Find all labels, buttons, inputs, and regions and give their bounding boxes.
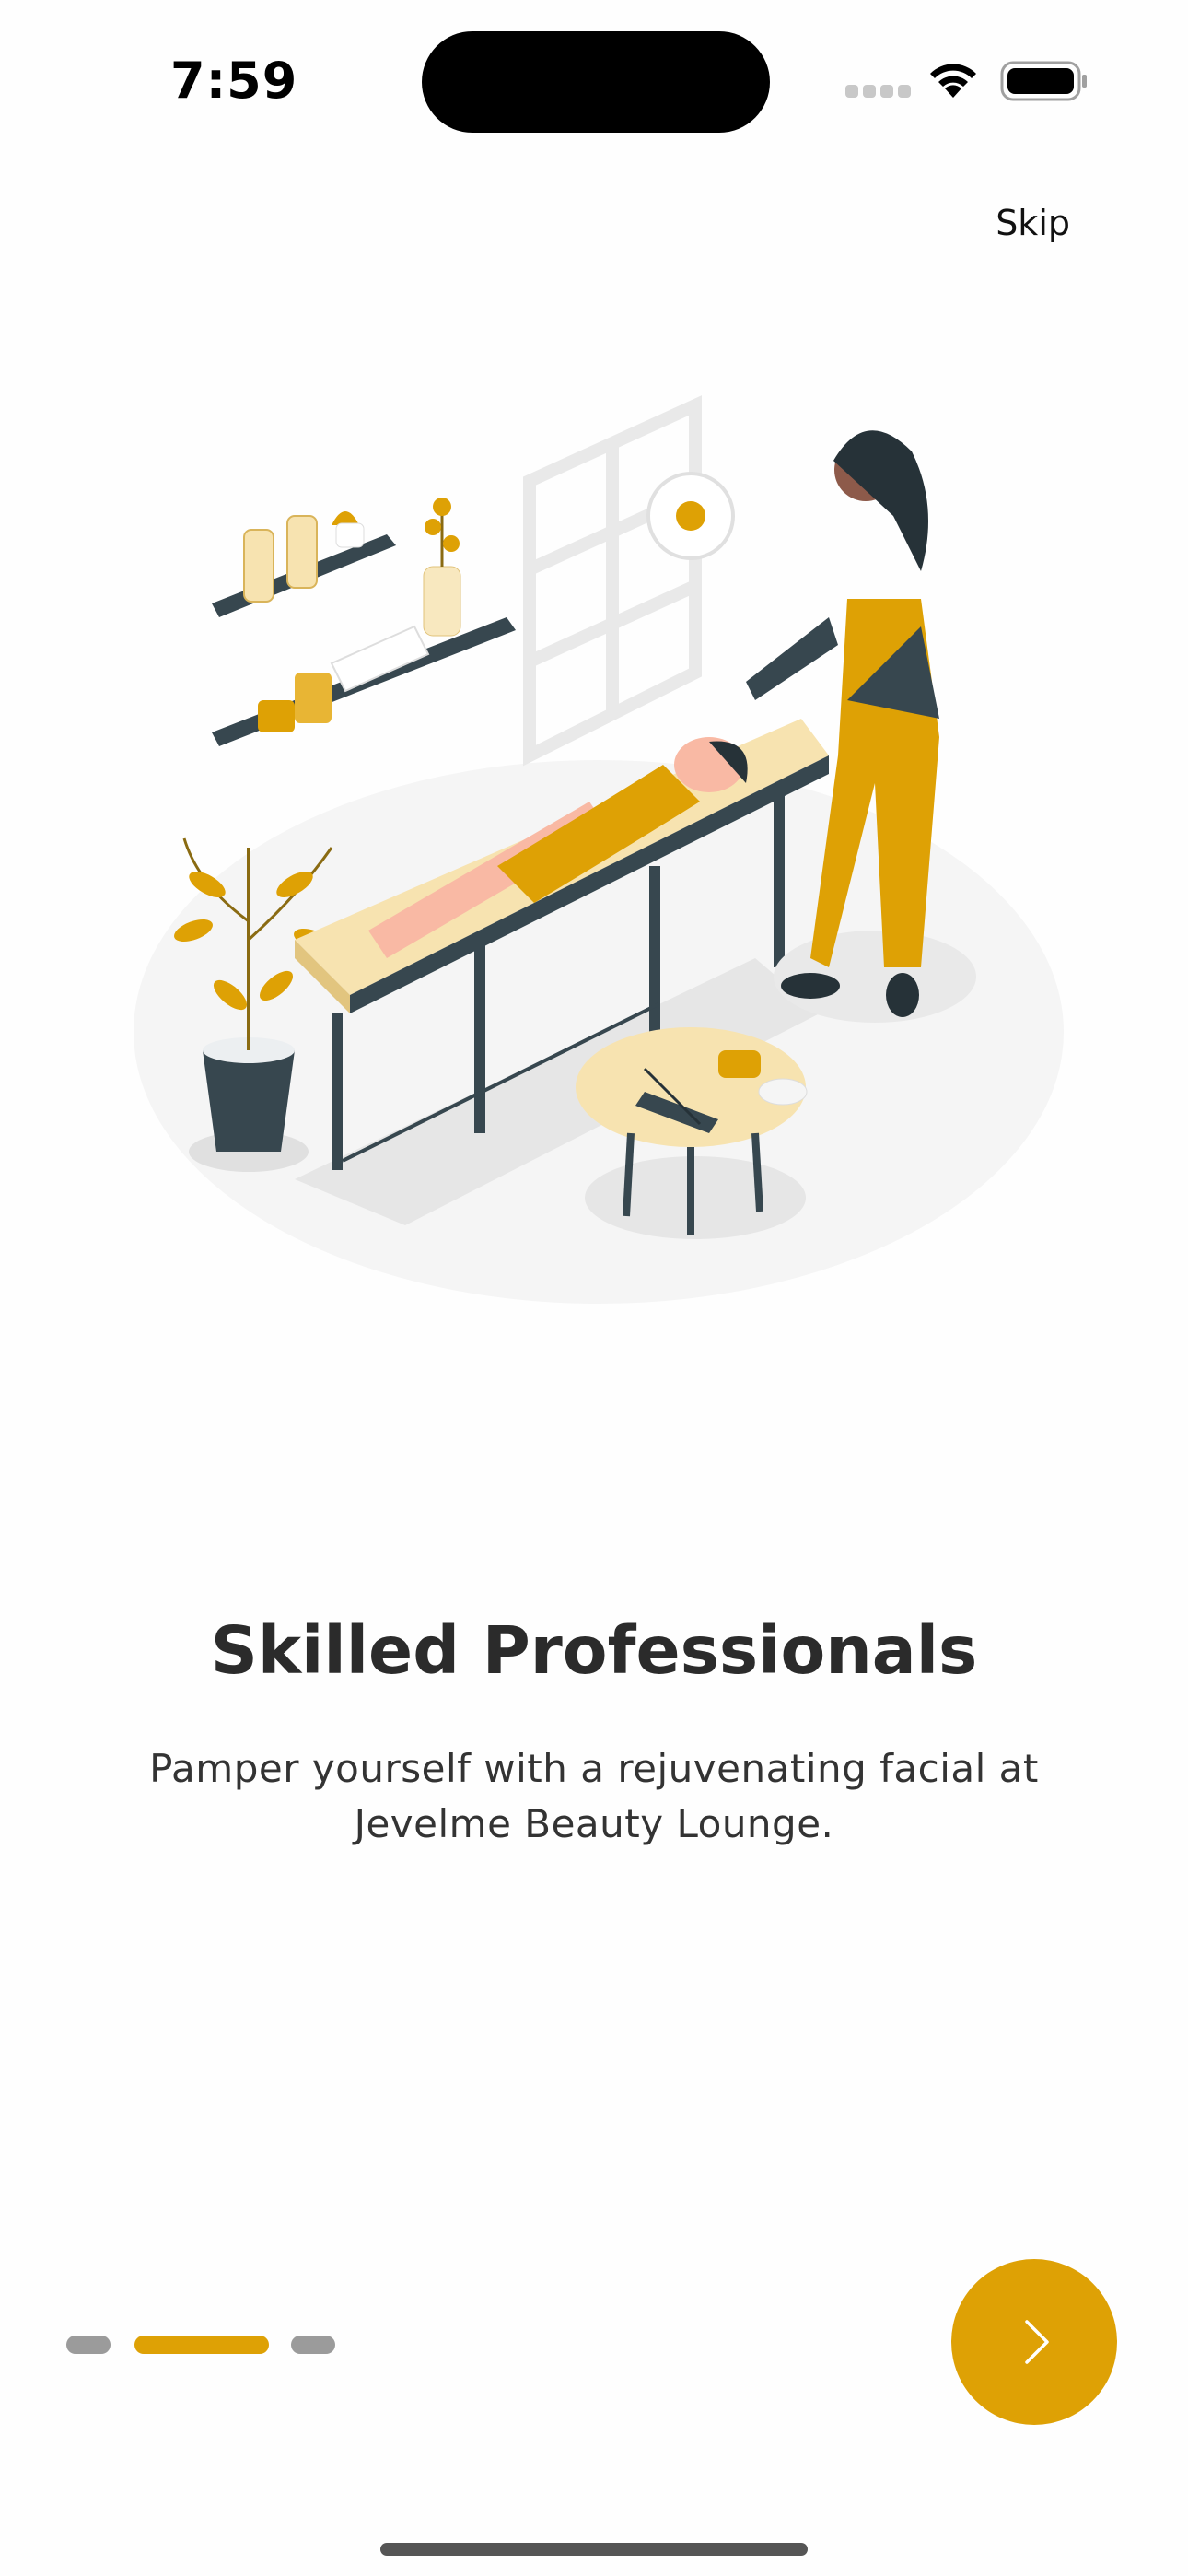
- status-time: 7:59: [170, 52, 298, 110]
- battery-full-icon: [1000, 61, 1087, 101]
- window-illustration: [523, 395, 702, 767]
- skip-button[interactable]: Skip: [996, 203, 1070, 243]
- page-dot-2-active: [134, 2336, 269, 2354]
- page-dot-1: [66, 2336, 111, 2354]
- home-indicator[interactable]: [380, 2543, 808, 2556]
- page-dot-3: [291, 2336, 335, 2354]
- spa-facial-illustration: [134, 395, 1064, 1304]
- wifi-icon: [930, 64, 976, 98]
- next-button[interactable]: [951, 2259, 1117, 2425]
- cellular-signal-icon: [845, 85, 912, 100]
- chevron-right-icon: [1025, 2320, 1049, 2364]
- page-title: Skilled Professionals: [210, 1612, 978, 1689]
- dynamic-island: [422, 31, 770, 133]
- status-bar: 7:59: [0, 0, 1188, 161]
- page-description: Pamper yourself with a rejuvenating faci…: [149, 1746, 1039, 1846]
- shelves-illustration: [212, 498, 516, 746]
